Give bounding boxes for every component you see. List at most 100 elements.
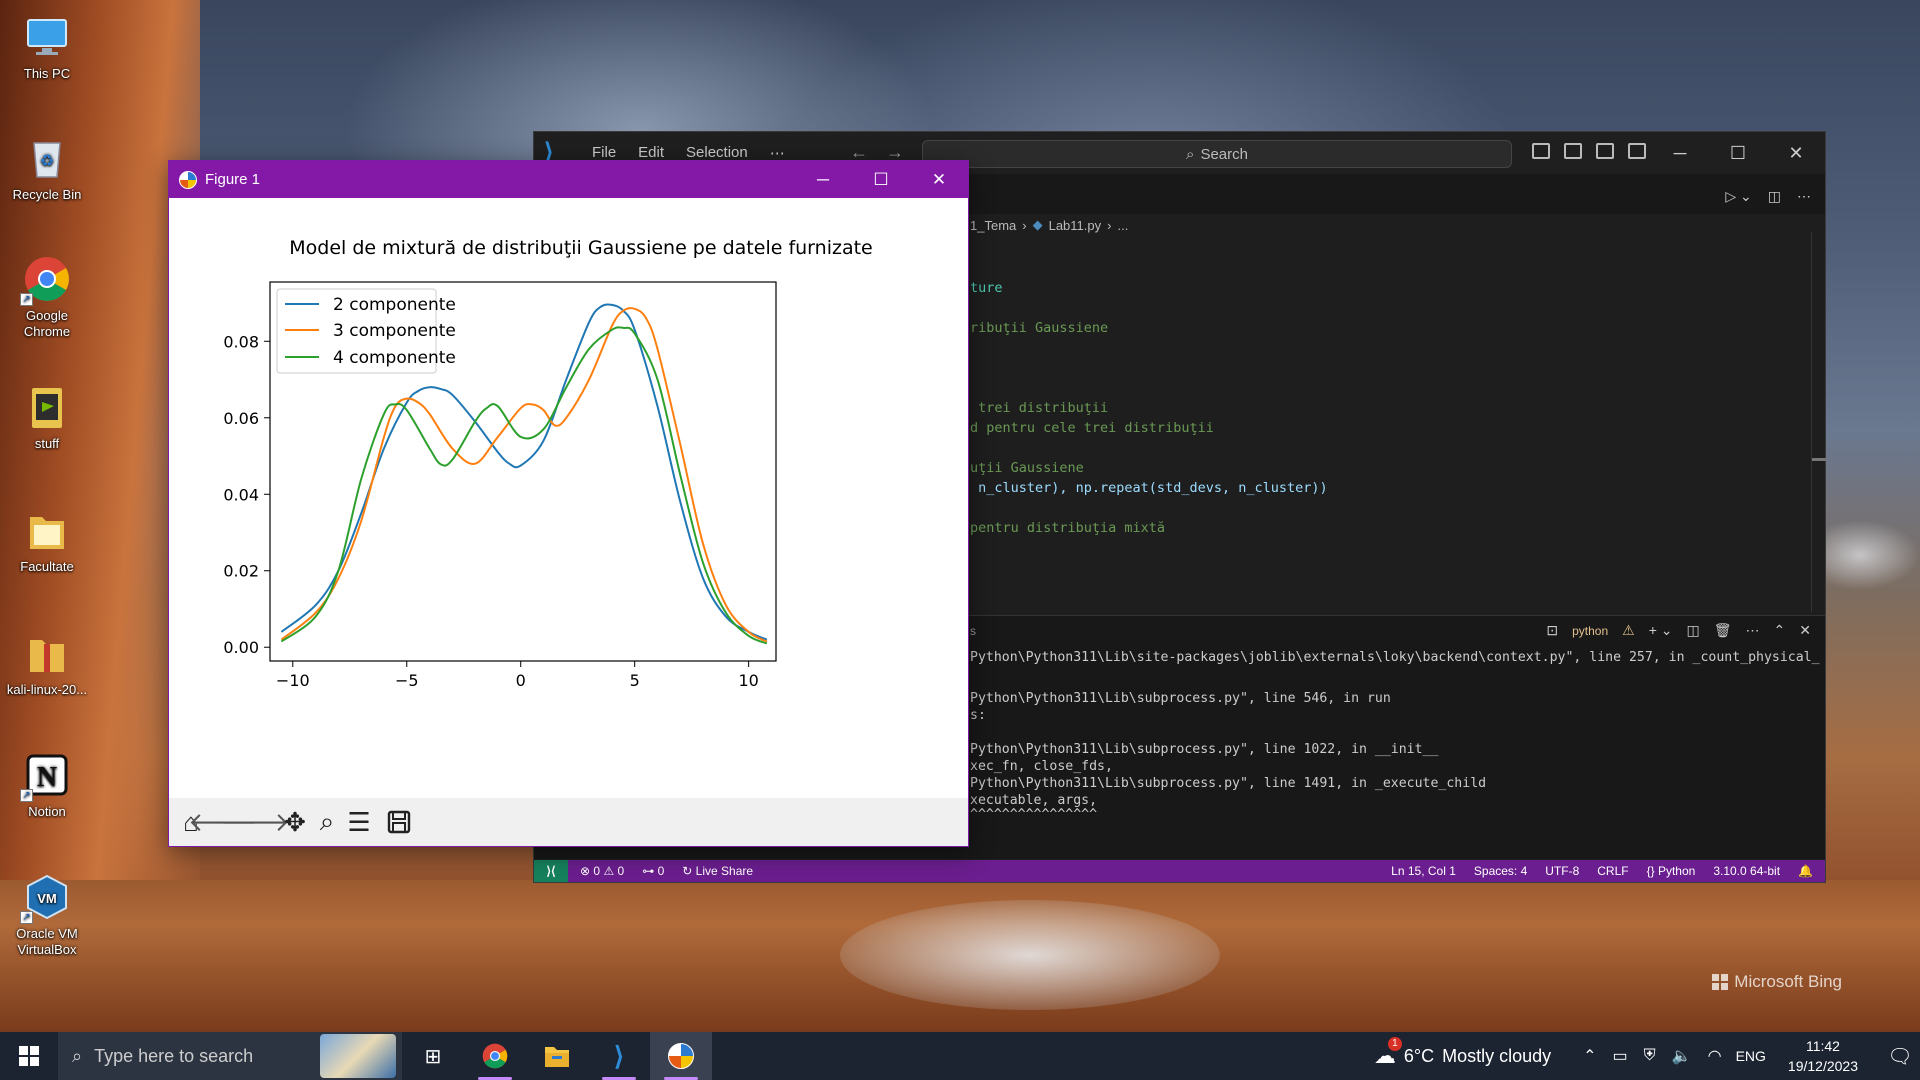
maximize-icon[interactable]: ☐	[852, 161, 910, 198]
matplotlib-icon	[668, 1043, 694, 1069]
chevron-up-icon[interactable]: ⌃	[1583, 1046, 1596, 1066]
terminal-icon: ⊡	[1546, 622, 1559, 638]
x-tick-label: 0	[516, 671, 526, 690]
zoom-icon[interactable]: ⌕	[311, 805, 343, 839]
desktop-icon-notion[interactable]: N ↗ Notion	[4, 750, 90, 820]
desktop-icon-google-chrome[interactable]: ↗ Google Chrome	[4, 254, 90, 340]
figure-window: Figure 1 ─ ☐ ✕ Model de mixtură de distr…	[168, 160, 969, 847]
editor-scrollbar[interactable]	[1811, 232, 1826, 612]
vscode-icon: ⟩	[613, 1040, 625, 1071]
terminal-name[interactable]: python	[1572, 624, 1608, 638]
matplotlib-toolbar: ⌂ 🡐 🡒 ✥ ⌕ ☰	[169, 798, 968, 846]
taskbar-matplotlib[interactable]	[650, 1032, 712, 1080]
status-left: ⊗ 0 ⚠ 0 ⊶ 0 ↻ Live Share	[580, 864, 753, 878]
cursor-position[interactable]: Ln 15, Col 1	[1391, 864, 1456, 878]
desktop-icon-recycle-bin[interactable]: ♻ Recycle Bin	[4, 133, 90, 203]
volume-icon[interactable]: 🔈	[1672, 1046, 1692, 1066]
desktop-icon-label: Oracle VM VirtualBox	[16, 926, 78, 957]
language-mode[interactable]: {} Python	[1647, 864, 1696, 878]
minimize-icon[interactable]: ─	[794, 161, 852, 198]
figure-title-bar: Figure 1 ─ ☐ ✕	[169, 161, 968, 198]
battery-icon[interactable]: ▭	[1613, 1046, 1628, 1066]
breadcrumb-folder[interactable]: 1_Tema	[970, 218, 1016, 233]
desktop-icon-stuff[interactable]: stuff	[4, 382, 90, 452]
gmm-chart: Model de mixtură de distribuţii Gaussien…	[223, 237, 872, 690]
split-terminal-icon[interactable]: ◫	[1687, 622, 1700, 639]
minimize-icon[interactable]: ─	[1651, 132, 1709, 174]
security-shield-icon[interactable]: ⛨	[1644, 1047, 1656, 1065]
task-view-button[interactable]: ⊞	[402, 1032, 464, 1080]
trash-icon[interactable]: 🗑	[1714, 622, 1732, 639]
clock[interactable]: 11:42 19/12/2023	[1788, 1036, 1858, 1076]
encoding[interactable]: UTF-8	[1545, 864, 1579, 878]
notion-icon: N ↗	[20, 750, 72, 802]
close-icon[interactable]: ✕	[1767, 132, 1825, 174]
notifications-bell-icon[interactable]: 🔔	[1798, 864, 1813, 878]
pan-icon[interactable]: ✥	[279, 805, 311, 839]
indentation[interactable]: Spaces: 4	[1474, 864, 1527, 878]
y-tick-label: 0.08	[223, 332, 259, 351]
toggle-secondary-sidebar-icon[interactable]	[1596, 143, 1614, 159]
legend-label-3: 3 componente	[333, 321, 456, 341]
taskbar-chrome[interactable]	[464, 1032, 526, 1080]
chrome-icon	[482, 1043, 508, 1069]
folder-icon	[22, 382, 72, 432]
terminal-line: Python\Python311\Lib\site-packages\jobli…	[970, 650, 1820, 665]
svg-text:N: N	[37, 762, 57, 793]
terminal-line: xecutable, args,	[970, 793, 1098, 808]
live-share-label: Live Share	[695, 864, 754, 878]
recycle-bin-icon: ♻	[22, 133, 72, 183]
desktop-icon-this-pc[interactable]: This PC	[4, 12, 90, 82]
new-terminal-icon[interactable]: + ⌄	[1649, 622, 1673, 639]
scrollbar-thumb[interactable]	[1812, 458, 1826, 461]
taskbar-search[interactable]: ⌕ Type here to search	[58, 1032, 402, 1080]
series-line-4	[280, 326, 768, 645]
desktop-icon-facultate[interactable]: Facultate	[4, 505, 90, 575]
python-interpreter[interactable]: 3.10.0 64-bit	[1713, 864, 1780, 878]
y-tick-label: 0.02	[223, 562, 259, 581]
customize-layout-icon[interactable]	[1628, 143, 1646, 159]
toggle-sidebar-icon[interactable]	[1532, 143, 1550, 159]
desktop-icon-virtualbox[interactable]: VM ↗ Oracle VM VirtualBox	[4, 872, 90, 958]
terminal-line: xec_fn, close_fds,	[970, 759, 1113, 774]
monitor-icon	[22, 12, 72, 62]
notification-center-icon[interactable]: 🗨	[1880, 1032, 1920, 1080]
run-icon[interactable]: ▷ ⌄	[1725, 188, 1751, 205]
more-actions-icon[interactable]: ⋯	[1797, 188, 1811, 205]
weather-badge: 1	[1387, 1037, 1402, 1051]
close-panel-icon[interactable]: ✕	[1799, 622, 1811, 639]
clock-date: 19/12/2023	[1787, 1058, 1858, 1074]
remote-indicator-icon[interactable]: ⟩⟨	[534, 860, 568, 882]
bing-watermark-label: Microsoft Bing	[1734, 972, 1842, 991]
configure-subplots-icon[interactable]: ☰	[343, 805, 375, 839]
end-of-line[interactable]: CRLF	[1597, 864, 1628, 878]
live-share-status[interactable]: ↻ Live Share	[682, 864, 753, 878]
desktop-icon-label: Recycle Bin	[12, 187, 82, 202]
start-button[interactable]	[0, 1032, 58, 1080]
input-language[interactable]: ENG	[1736, 1048, 1766, 1064]
save-icon[interactable]	[383, 805, 415, 839]
breadcrumb-more[interactable]: ...	[1117, 218, 1128, 233]
desktop-icon-kali-linux[interactable]: kali-linux-20...	[4, 628, 90, 698]
breadcrumb-file[interactable]: Lab11.py	[1049, 218, 1102, 233]
x-tick-label: −10	[276, 671, 310, 690]
wallpaper-snow	[840, 900, 1220, 1010]
weather-widget[interactable]: ☁ 1 6°C Mostly cloudy	[1374, 1037, 1551, 1069]
ports-status[interactable]: ⊶ 0	[642, 864, 664, 878]
desktop-icon-label: stuff	[34, 436, 60, 451]
maximize-panel-icon[interactable]: ⌃	[1774, 622, 1786, 639]
taskbar-file-explorer[interactable]	[526, 1032, 588, 1080]
maximize-icon[interactable]: ☐	[1709, 132, 1767, 174]
panel-tab[interactable]: s	[970, 624, 976, 638]
vscode-command-center[interactable]: ⌕ Search	[922, 140, 1512, 168]
layout-controls	[1532, 143, 1646, 159]
more-actions-icon[interactable]: ⋯	[1746, 622, 1760, 639]
forward-arrow-icon[interactable]: 🡒	[220, 805, 290, 839]
taskbar-vscode[interactable]: ⟩	[588, 1032, 650, 1080]
figure-canvas[interactable]: Model de mixtură de distribuţii Gaussien…	[169, 198, 968, 799]
toggle-panel-icon[interactable]	[1564, 143, 1582, 159]
problems-status[interactable]: ⊗ 0 ⚠ 0	[580, 864, 624, 878]
close-icon[interactable]: ✕	[910, 161, 968, 198]
split-editor-icon[interactable]: ◫	[1768, 188, 1781, 205]
wifi-icon[interactable]: ◠	[1708, 1046, 1722, 1066]
